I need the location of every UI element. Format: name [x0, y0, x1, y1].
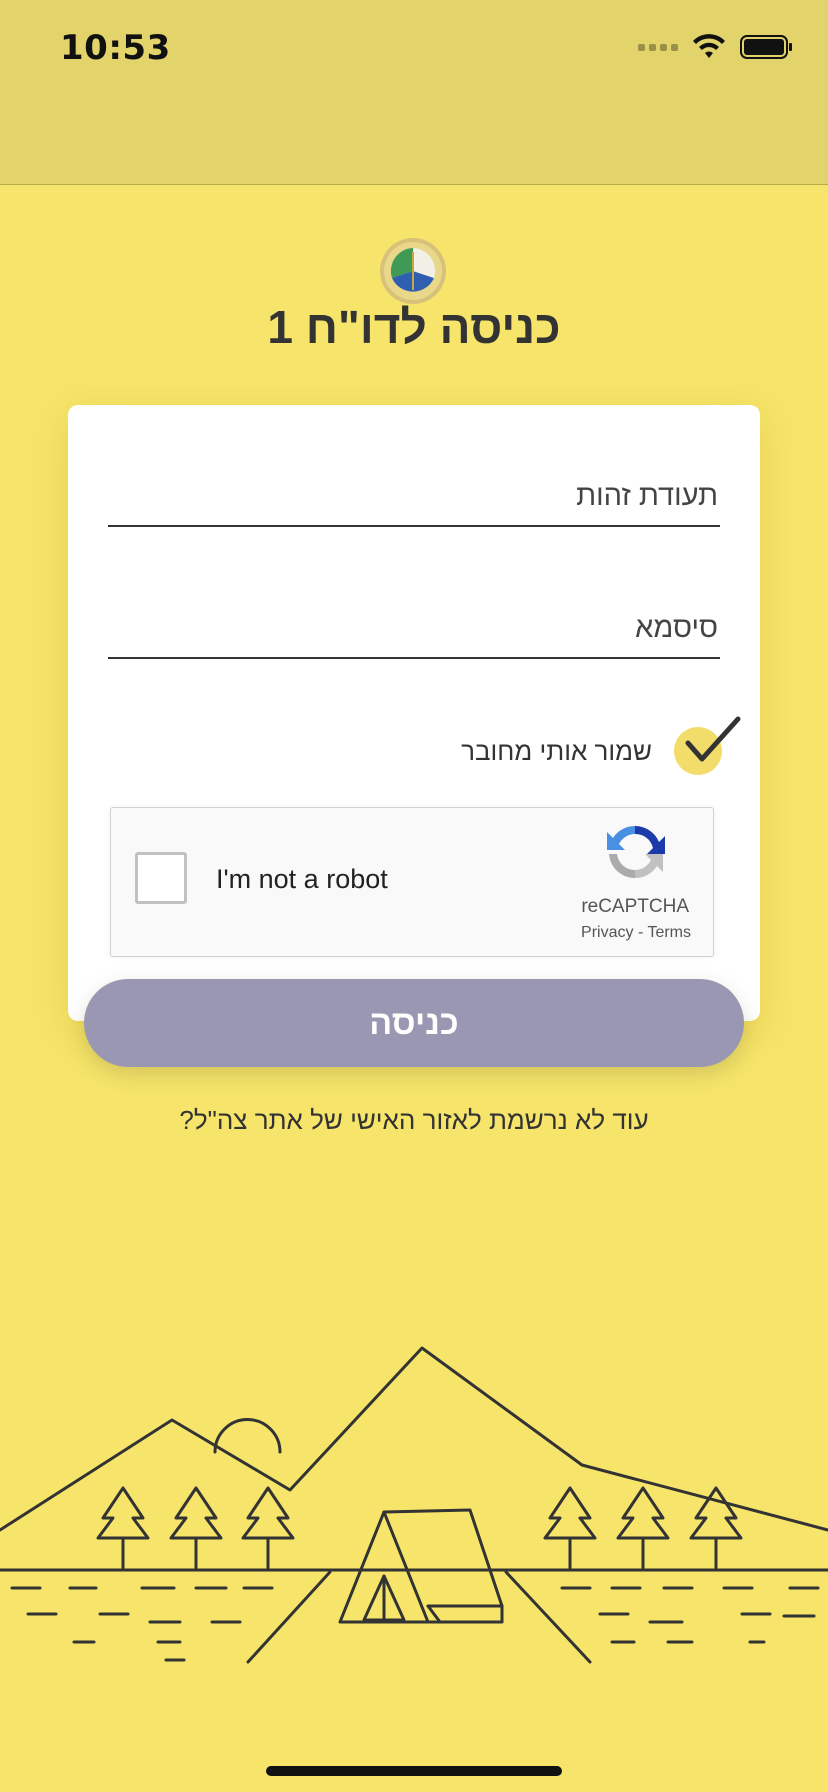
login-card: שמור אותי מחובר I'm not a robot reCAPTCH… — [68, 405, 760, 1021]
water-left — [10, 1586, 274, 1662]
remember-me-checkbox[interactable] — [674, 716, 741, 775]
wifi-icon — [693, 34, 725, 58]
tent — [338, 1508, 504, 1624]
status-icons — [638, 34, 794, 60]
recaptcha-icon — [607, 825, 665, 879]
tree-left-2 — [169, 1486, 223, 1570]
status-time: 10:53 — [60, 28, 171, 68]
recaptcha-checkbox[interactable] — [135, 852, 187, 904]
sun — [213, 1418, 282, 1454]
remember-me-toggle[interactable]: שמור אותי מחובר — [461, 716, 741, 775]
remember-me-label: שמור אותי מחובר — [461, 735, 652, 766]
tree-right-2 — [616, 1486, 670, 1570]
id-number-input[interactable] — [104, 465, 720, 527]
mountains — [0, 1346, 828, 1532]
page-title: כניסה לדו"ח 1 — [267, 301, 561, 353]
home-indicator[interactable] — [266, 1766, 562, 1776]
recaptcha-label: I'm not a robot — [216, 864, 388, 894]
tree-left-3 — [241, 1486, 295, 1570]
app-logo — [384, 242, 442, 300]
terms-link[interactable]: Terms — [647, 924, 691, 941]
password-field — [104, 597, 720, 659]
checkmark-icon — [685, 716, 741, 762]
id-field — [104, 465, 720, 527]
register-link[interactable]: עוד לא נרשמת לאזור האישי של אתר צה"ל? — [0, 1105, 828, 1136]
links-separator: - — [637, 924, 644, 941]
tree-left-1 — [96, 1486, 150, 1570]
recaptcha-widget: I'm not a robot reCAPTCHA Privacy - Term… — [110, 807, 714, 957]
password-input[interactable] — [104, 597, 720, 659]
battery-icon — [740, 35, 792, 59]
water-right — [560, 1586, 820, 1644]
status-bar: 10:53 — [0, 0, 828, 185]
recaptcha-links: Privacy - Terms — [581, 924, 691, 942]
login-button[interactable]: כניסה — [84, 979, 744, 1067]
privacy-link[interactable]: Privacy — [581, 924, 633, 941]
tree-right-1 — [543, 1486, 597, 1570]
recaptcha-brand: reCAPTCHA — [581, 896, 689, 917]
cellular-signal-icon — [638, 43, 678, 51]
camping-illustration — [0, 1346, 828, 1664]
